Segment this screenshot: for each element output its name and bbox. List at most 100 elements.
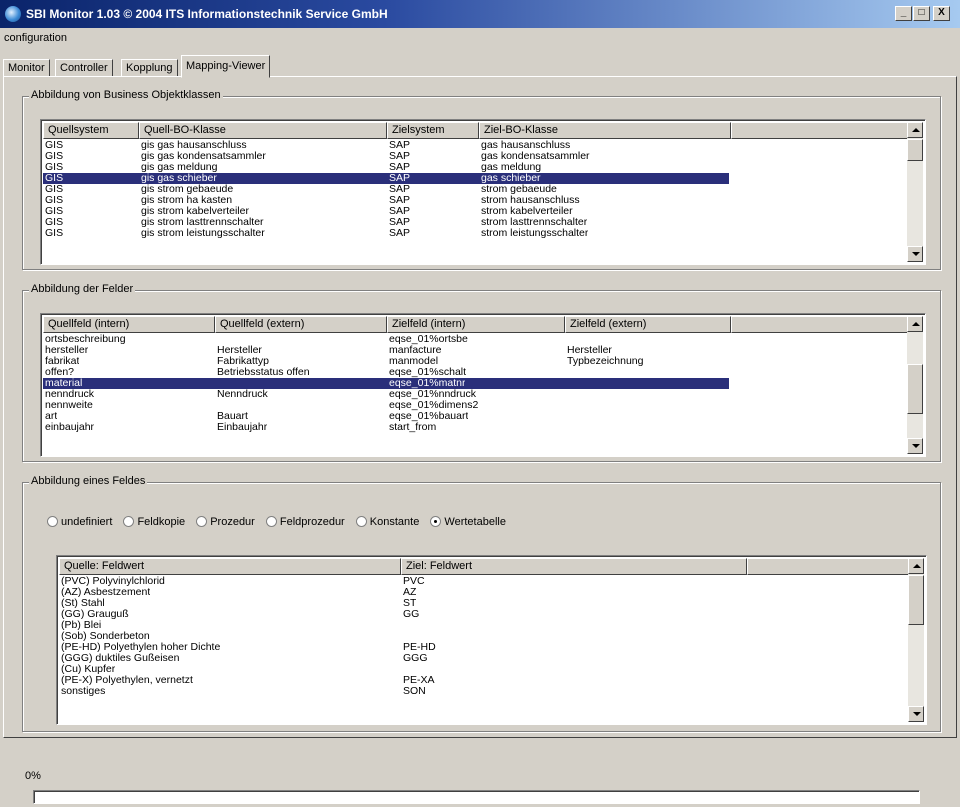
radio-button[interactable] — [430, 516, 442, 527]
radio-undefiniert[interactable]: undefiniert — [47, 516, 112, 528]
table-row[interactable]: nennweite eqse_01%dimens2 — [43, 400, 907, 411]
table-cell: PE-HD — [403, 642, 436, 653]
vertical-scrollbar[interactable] — [907, 122, 923, 262]
radio-konstante[interactable]: Konstante — [355, 516, 419, 528]
table-row[interactable]: (PE-X) Polyethylen, vernetzt PE-XA — [59, 675, 908, 686]
value-table-list[interactable]: Quelle: Feldwert Ziel: Feldwert (PVC) Po… — [56, 555, 927, 725]
scroll-down-button[interactable] — [907, 438, 923, 454]
scroll-thumb[interactable] — [908, 575, 924, 625]
table-row[interactable]: GIS gis gas meldung SAP gas meldung — [43, 162, 907, 173]
table-cell: (PE-X) Polyethylen, vernetzt — [61, 675, 193, 686]
table-row[interactable]: (PVC) Polyvinylchlorid PVC — [59, 576, 908, 587]
table-cell: start_from — [389, 422, 437, 433]
progress-percent: 0% — [25, 770, 41, 782]
tab-kopplung[interactable]: Kopplung — [121, 59, 178, 77]
table-cell: GIS — [45, 151, 64, 162]
close-button[interactable]: X — [933, 6, 950, 21]
vertical-scrollbar[interactable] — [907, 316, 923, 454]
table-row[interactable]: GIS gis strom ha kasten SAP strom hausansch… — [43, 195, 907, 206]
col-ziel-feldwert[interactable]: Ziel: Feldwert — [401, 558, 747, 575]
col-quellfeld-extern[interactable]: Quellfeld (extern) — [215, 316, 387, 333]
radio-button[interactable] — [123, 516, 135, 527]
scroll-thumb[interactable] — [907, 364, 923, 414]
radio-wertetabelle[interactable]: Wertetabelle — [430, 516, 506, 528]
table-row[interactable]: fabrikat Fabrikattyp manmodel Typbezeichnun… — [43, 356, 907, 367]
table-row[interactable]: nenndruck Nenndruck eqse_01%nndruck — [43, 389, 907, 400]
radio-button[interactable] — [196, 516, 208, 527]
table-row[interactable]: art Bauart eqse_01%bauart — [43, 411, 907, 422]
field-list[interactable]: Quellfeld (intern) Quellfeld (extern) Zi… — [40, 313, 926, 457]
maximize-button[interactable]: □ — [913, 6, 930, 21]
table-row[interactable]: GIS gis strom kabelverteiler SAP strom kabe… — [43, 206, 907, 217]
app-icon — [5, 6, 21, 22]
table-row[interactable]: GIS gis strom leistungsschalter SAP strom l… — [43, 228, 907, 239]
table-row[interactable]: hersteller Hersteller manfacture Hersteller — [43, 345, 907, 356]
table-cell: eqse_01%dimens2 — [389, 400, 479, 411]
scroll-down-button[interactable] — [907, 246, 923, 262]
col-empty — [747, 558, 910, 575]
col-quelle-feldwert[interactable]: Quelle: Feldwert — [59, 558, 401, 575]
table-row[interactable]: GIS gis gas kondensatsammler SAP gas konden… — [43, 151, 907, 162]
tab-monitor[interactable]: Monitor — [3, 59, 50, 77]
tab-mapping-viewer[interactable]: Mapping-Viewer — [181, 55, 271, 78]
col-quell-bo-klasse[interactable]: Quell-BO-Klasse — [139, 122, 387, 139]
table-row[interactable]: GIS gis gas hausanschluss SAP gas hausansch… — [43, 140, 907, 151]
col-zielfeld-extern[interactable]: Zielfeld (extern) — [565, 316, 731, 333]
table-row[interactable]: sonstiges SON — [59, 686, 908, 697]
radio-button[interactable] — [47, 516, 58, 527]
table-row[interactable]: (GG) Grauguß GG — [59, 609, 908, 620]
col-ziel-bo-klasse[interactable]: Ziel-BO-Klasse — [479, 122, 731, 139]
table-row[interactable]: (Sob) Sonderbeton — [59, 631, 908, 642]
list-body: (PVC) Polyvinylchlorid PVC (AZ) Asbestzeme… — [59, 576, 908, 697]
table-row[interactable]: GIS gis strom gebaeude SAP strom gebaeude — [43, 184, 907, 195]
table-cell: gas schieber — [481, 173, 541, 184]
radio-prozedur[interactable]: Prozedur — [196, 516, 255, 528]
group-legend: Abbildung von Business Objektklassen — [29, 89, 223, 101]
table-cell: eqse_01%bauart — [389, 411, 469, 422]
table-row[interactable]: (St) Stahl ST — [59, 598, 908, 609]
col-empty — [731, 122, 909, 139]
scroll-down-button[interactable] — [908, 706, 924, 722]
table-cell: gis strom lasttrennschalter — [141, 217, 264, 228]
radio-button[interactable] — [355, 516, 367, 527]
table-cell: eqse_01%schalt — [389, 367, 467, 378]
scroll-thumb[interactable] — [907, 139, 923, 161]
table-row[interactable]: GIS gis strom lasttrennschalter SAP strom l… — [43, 217, 907, 228]
table-cell: GIS — [45, 162, 64, 173]
col-zielsystem[interactable]: Zielsystem — [387, 122, 479, 139]
table-cell: strom gebaeude — [481, 184, 557, 195]
table-row[interactable]: einbaujahr Einbaujahr start_from — [43, 422, 907, 433]
table-row[interactable]: (Pb) Blei — [59, 620, 908, 631]
table-cell: SAP — [389, 228, 411, 239]
table-cell: (Sob) Sonderbeton — [61, 631, 150, 642]
menu-configuration[interactable]: configuration — [0, 32, 71, 44]
table-row[interactable]: material eqse_01%matnr — [43, 378, 729, 389]
col-zielfeld-intern[interactable]: Zielfeld (intern) — [387, 316, 565, 333]
group-legend: Abbildung eines Feldes — [29, 475, 148, 487]
table-cell: gis gas hausanschluss — [141, 140, 247, 151]
table-row[interactable]: (Cu) Kupfer — [59, 664, 908, 675]
scroll-up-button[interactable] — [907, 316, 923, 332]
bo-class-list[interactable]: Quellsystem Quell-BO-Klasse Zielsystem Z… — [40, 119, 926, 265]
table-row[interactable]: GIS gis gas schieber SAP gas schieber — [43, 173, 729, 184]
vertical-scrollbar[interactable] — [908, 558, 924, 722]
scroll-up-button[interactable] — [908, 558, 924, 574]
arrow-down-icon — [912, 252, 920, 256]
table-row[interactable]: ortsbeschreibung eqse_01%ortsbe — [43, 334, 907, 345]
table-row[interactable]: (AZ) Asbestzement AZ — [59, 587, 908, 598]
col-quellsystem[interactable]: Quellsystem — [43, 122, 139, 139]
table-cell: gis gas schieber — [141, 173, 217, 184]
scroll-up-button[interactable] — [907, 122, 923, 138]
table-cell: art — [45, 411, 58, 422]
table-cell: manmodel — [389, 356, 439, 367]
table-cell: gis gas meldung — [141, 162, 218, 173]
tab-controller[interactable]: Controller — [55, 59, 113, 77]
radio-feldprozedur[interactable]: Feldprozedur — [265, 516, 345, 528]
table-row[interactable]: (PE-HD) Polyethylen hoher Dichte PE-HD — [59, 642, 908, 653]
radio-button[interactable] — [265, 516, 277, 527]
table-row[interactable]: (GGG) duktiles Gußeisen GGG — [59, 653, 908, 664]
col-quellfeld-intern[interactable]: Quellfeld (intern) — [43, 316, 215, 333]
radio-feldkopie[interactable]: Feldkopie — [123, 516, 185, 528]
minimize-button[interactable]: _ — [895, 6, 912, 21]
table-row[interactable]: offen? Betriebsstatus offen eqse_01%schalt — [43, 367, 907, 378]
